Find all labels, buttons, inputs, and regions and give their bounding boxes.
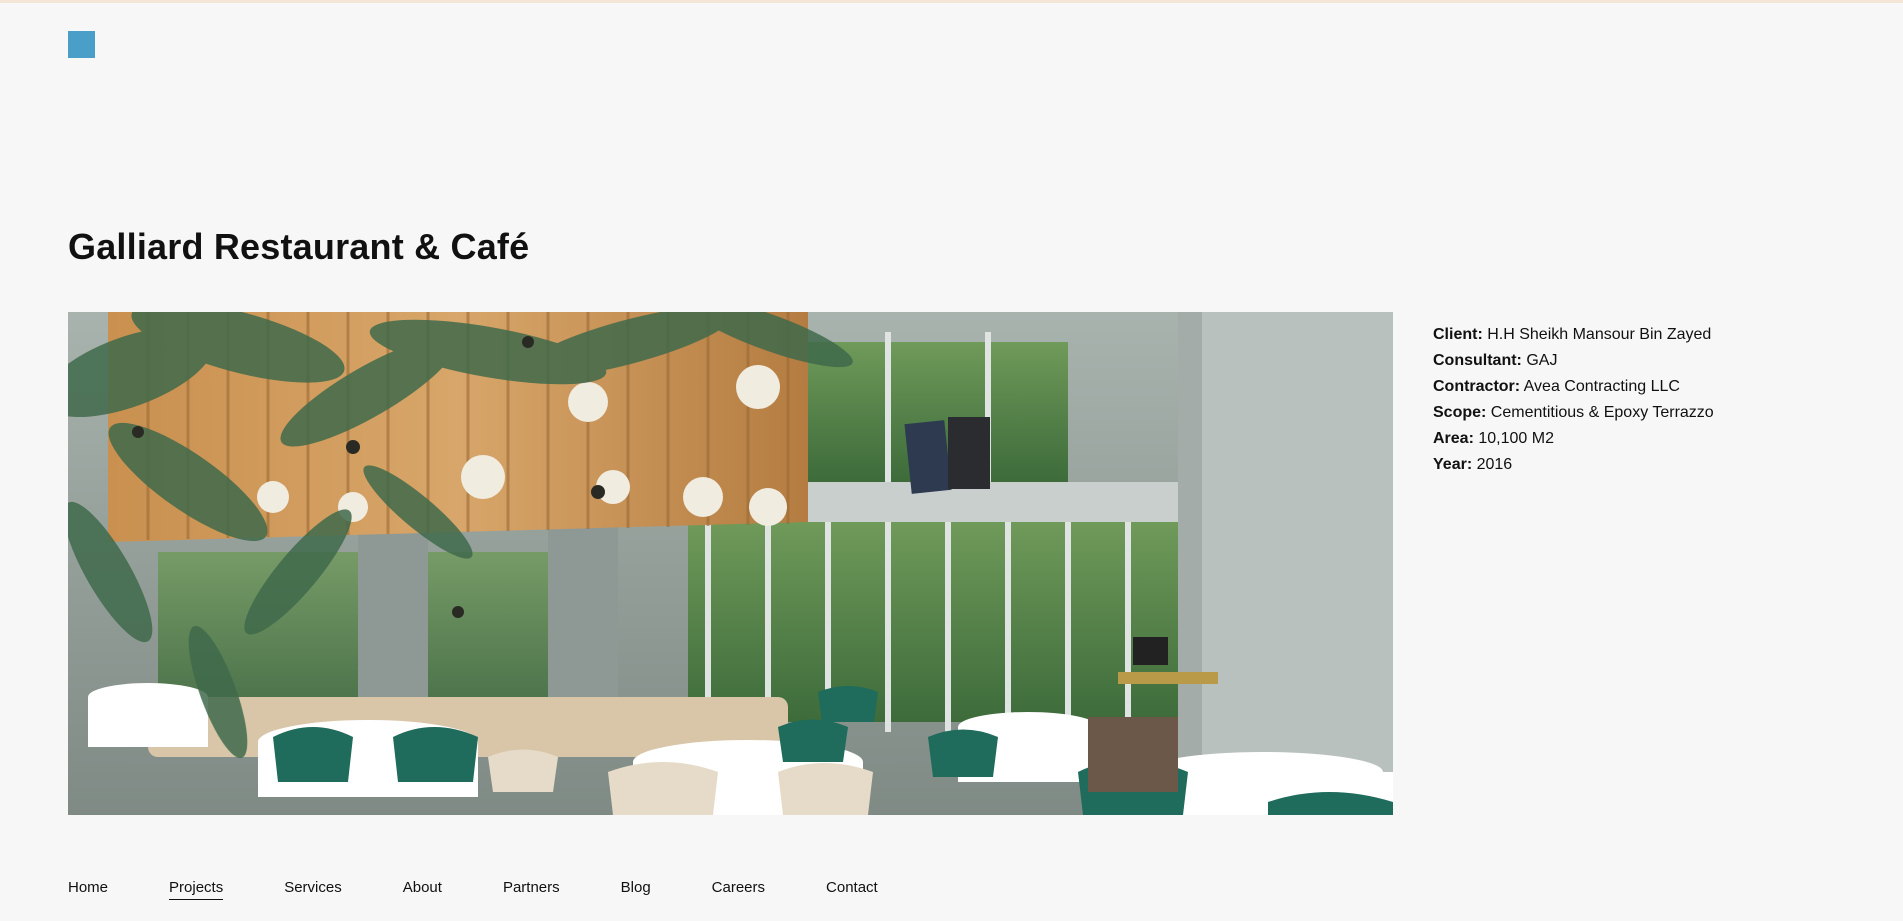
project-details: Client: H.H Sheikh Mansour Bin Zayed Con… (1433, 322, 1714, 478)
detail-contractor: Contractor: Avea Contracting LLC (1433, 378, 1680, 395)
detail-scope: Scope: Cementitious & Epoxy Terrazzo (1433, 404, 1714, 421)
nav-projects[interactable]: Projects (169, 879, 224, 900)
footer-nav: Home Projects Services About Partners Bl… (68, 874, 939, 904)
detail-area: Area: 10,100 M2 (1433, 430, 1554, 447)
detail-consultant: Consultant: GAJ (1433, 352, 1558, 369)
nav-partners[interactable]: Partners (503, 879, 560, 899)
logo-icon[interactable] (68, 31, 95, 58)
nav-services[interactable]: Services (284, 879, 342, 899)
nav-about[interactable]: About (403, 879, 442, 899)
detail-client: Client: H.H Sheikh Mansour Bin Zayed (1433, 326, 1712, 343)
top-border (0, 0, 1903, 3)
page-title: Galliard Restaurant & Café (68, 226, 530, 267)
nav-contact[interactable]: Contact (826, 879, 878, 899)
nav-careers[interactable]: Careers (712, 879, 765, 899)
detail-year: Year: 2016 (1433, 456, 1513, 473)
nav-home[interactable]: Home (68, 879, 108, 899)
project-hero-image (68, 312, 1393, 815)
nav-blog[interactable]: Blog (621, 879, 651, 899)
